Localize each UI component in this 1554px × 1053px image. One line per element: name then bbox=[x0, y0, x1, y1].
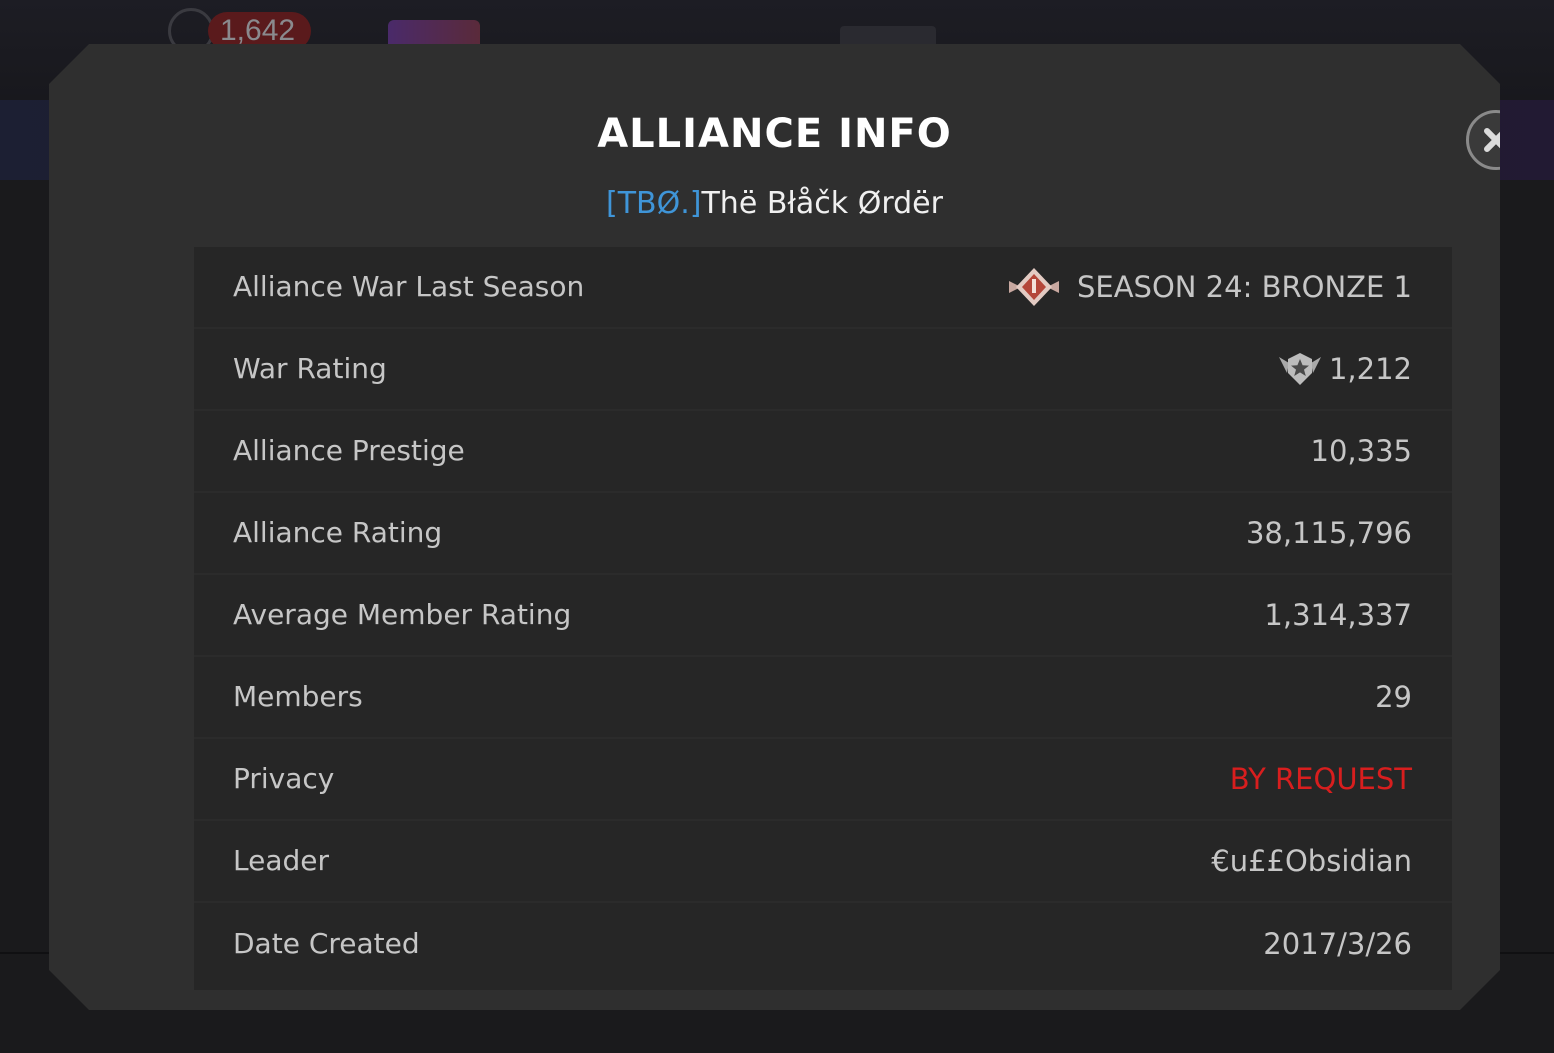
alliance-name: Thë Błåčk Ørdër bbox=[701, 186, 943, 221]
bronze-season-emblem-icon bbox=[1007, 267, 1061, 307]
row-privacy: Privacy BY REQUEST bbox=[194, 739, 1452, 821]
modal-title: ALLIANCE INFO bbox=[597, 111, 952, 157]
row-alliance-prestige: Alliance Prestige 10,335 bbox=[194, 411, 1452, 493]
row-value: 29 bbox=[1375, 680, 1412, 714]
row-label: Alliance War Last Season bbox=[233, 270, 585, 303]
row-alliance-war-last-season: Alliance War Last Season SEASON 24: BRON… bbox=[194, 247, 1452, 329]
row-value: 1,212 bbox=[1277, 349, 1412, 389]
row-value: SEASON 24: BRONZE 1 bbox=[1007, 267, 1412, 307]
row-members: Members 29 bbox=[194, 657, 1452, 739]
alliance-header: [TBØ.]Thë Błåčk Ørdër bbox=[49, 182, 1500, 226]
alliance-tag: [TBØ.] bbox=[606, 186, 702, 221]
row-label: Average Member Rating bbox=[233, 598, 572, 631]
row-war-rating: War Rating 1,212 bbox=[194, 329, 1452, 411]
row-label: Members bbox=[233, 680, 363, 713]
row-label: Alliance Rating bbox=[233, 516, 443, 549]
row-label: Leader bbox=[233, 844, 330, 877]
row-average-member-rating: Average Member Rating 1,314,337 bbox=[194, 575, 1452, 657]
season-value: SEASON 24: BRONZE 1 bbox=[1076, 270, 1412, 304]
row-value: 38,115,796 bbox=[1245, 516, 1412, 550]
row-value: 1,314,337 bbox=[1264, 598, 1412, 632]
row-label: Alliance Prestige bbox=[233, 434, 465, 467]
row-alliance-rating: Alliance Rating 38,115,796 bbox=[194, 493, 1452, 575]
row-leader: Leader €u££Obsidian bbox=[194, 821, 1452, 903]
row-label: War Rating bbox=[233, 352, 387, 385]
row-label: Date Created bbox=[233, 927, 420, 960]
row-value: 2017/3/26 bbox=[1263, 927, 1412, 961]
alliance-info-modal: ALLIANCE INFO [TBØ.]Thë Błåčk Ørdër Alli… bbox=[49, 44, 1500, 1010]
leader-name[interactable]: €u££Obsidian bbox=[1211, 841, 1412, 881]
alliance-info-table: Alliance War Last Season SEASON 24: BRON… bbox=[194, 247, 1452, 990]
row-date-created: Date Created 2017/3/26 bbox=[194, 903, 1452, 985]
privacy-status: BY REQUEST bbox=[1229, 762, 1412, 796]
war-rating-value: 1,212 bbox=[1328, 352, 1412, 386]
row-label: Privacy bbox=[233, 762, 335, 795]
winged-star-emblem-icon bbox=[1277, 351, 1323, 387]
row-value: 10,335 bbox=[1310, 434, 1412, 468]
